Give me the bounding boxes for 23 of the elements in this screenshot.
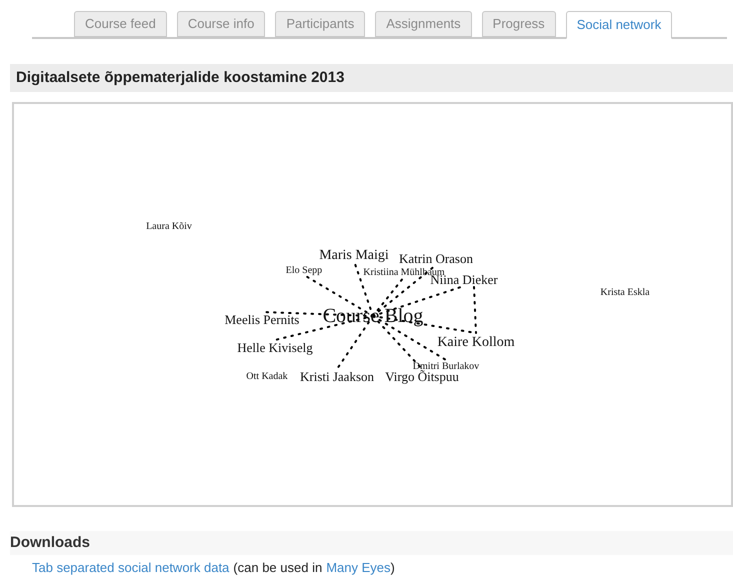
tab[interactable]: Progress xyxy=(482,11,556,37)
note-text: ) xyxy=(390,559,395,577)
download-link[interactable]: Tab separated social network data xyxy=(32,558,230,578)
node-label: Ott Kadak xyxy=(246,371,288,382)
node-label: Laura Kõiv xyxy=(146,221,192,232)
node-label: Katrin Orason xyxy=(399,251,473,266)
node-label: Kaire Kollom xyxy=(437,335,515,350)
tab[interactable]: Course feed xyxy=(74,11,167,37)
tab[interactable]: Course info xyxy=(176,11,266,37)
tab[interactable]: Participants xyxy=(275,11,366,37)
tab[interactable]: Social network xyxy=(566,11,672,39)
node-label: Elo Sepp xyxy=(286,265,322,276)
node-label: Krista Eskla xyxy=(600,287,650,298)
node-label: Meelis Pernits xyxy=(224,312,300,327)
node-label: Virgo Õitspuu xyxy=(385,369,459,384)
node-label: Helle Kiviselg xyxy=(237,340,313,355)
tab[interactable]: Assignments xyxy=(375,11,472,37)
note-text: (can be used in xyxy=(233,559,322,577)
downloads-heading: Downloads xyxy=(10,532,90,553)
course-title: Digitaalsete õppematerjalide koostamine 2013 xyxy=(16,68,344,88)
node-label: Kristi Jaakson xyxy=(300,369,374,384)
node-label: Maris Maigi xyxy=(319,248,389,263)
many-eyes-link[interactable]: Many Eyes xyxy=(326,558,391,578)
